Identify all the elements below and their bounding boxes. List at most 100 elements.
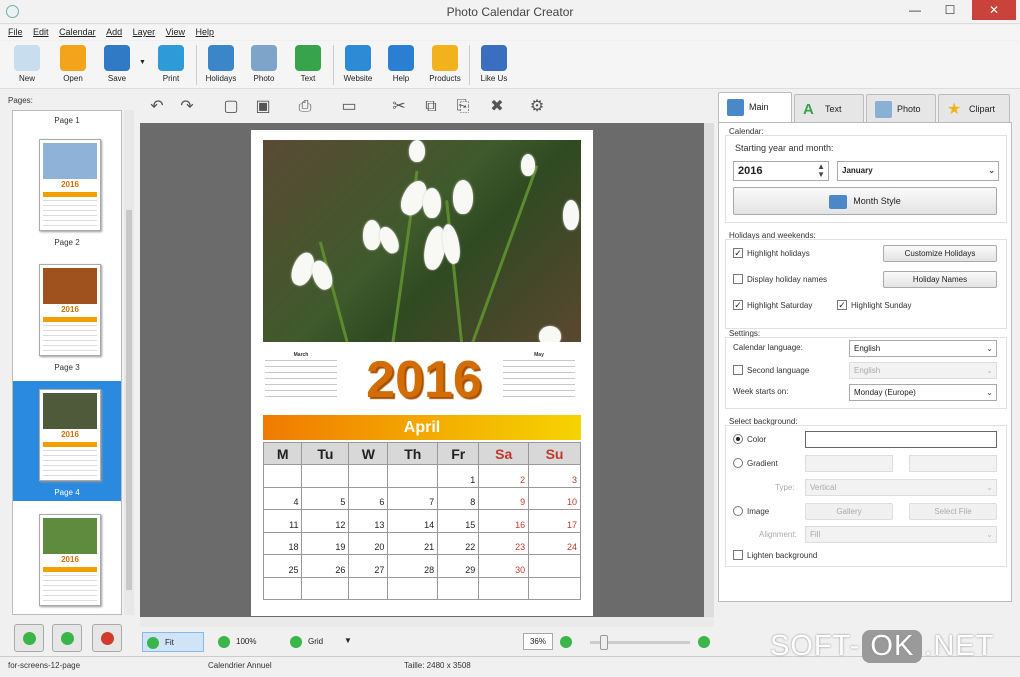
calendar-day-cell[interactable]: 28 [387, 554, 439, 578]
color-picker[interactable] [805, 431, 997, 448]
calendar-language-select[interactable]: English ⌄ [849, 340, 997, 357]
save-dropdown-icon[interactable]: ▼ [139, 59, 146, 66]
menu-calendar[interactable]: Calendar [59, 25, 96, 40]
fit-button[interactable]: Fit [142, 632, 204, 652]
properties-icon[interactable]: ⚙ [526, 96, 548, 118]
calendar-day-cell[interactable] [387, 464, 439, 488]
menu-help[interactable]: Help [196, 25, 215, 40]
calendar-day-cell[interactable] [262, 576, 303, 600]
paste-icon[interactable]: ⎘ [452, 96, 474, 118]
calendar-day-cell[interactable] [348, 576, 389, 600]
calendar-day-cell[interactable]: 5 [301, 486, 350, 510]
add-page-button[interactable] [14, 624, 44, 652]
calendar-day-cell[interactable]: 24 [528, 531, 581, 555]
pages-scrollbar[interactable] [124, 110, 134, 615]
add-page-after-button[interactable] [52, 624, 82, 652]
calendar-day-cell[interactable]: 25 [262, 554, 303, 578]
calendar-day-cell[interactable]: 17 [528, 509, 581, 533]
calendar-day-cell[interactable]: 11 [262, 509, 303, 533]
second-language-select[interactable]: English ⌄ [849, 362, 997, 379]
page-thumbnail[interactable]: 2016 Page 3 [13, 256, 121, 376]
menu-file[interactable]: File [8, 25, 23, 40]
calendar-photo[interactable] [263, 140, 581, 342]
calendar-year[interactable]: 2016 [351, 350, 497, 410]
gallery-button[interactable]: Gallery [805, 503, 893, 520]
calendar-day-cell[interactable]: 4 [262, 486, 303, 510]
calendar-day-cell[interactable]: 30 [478, 554, 530, 578]
canvas-vertical-scrollbar[interactable] [704, 123, 714, 617]
calendar-month-title[interactable]: April [263, 415, 581, 440]
calendar-day-cell[interactable]: 16 [478, 509, 530, 533]
calendar-day-cell[interactable]: 10 [528, 486, 581, 510]
image-radio[interactable] [733, 506, 743, 516]
calendar-grid[interactable]: M Tu W Th Fr Sa Su 1 2 3 4 5 6 7 8 9 10 11 12 13 14 15 16 17 18… [262, 442, 581, 600]
calendar-day-cell[interactable] [301, 464, 350, 488]
page-thumbnail[interactable]: 2016 [13, 506, 121, 614]
holiday-names-button[interactable]: Holiday Names [883, 271, 997, 288]
cut-icon[interactable]: ✂ [388, 96, 410, 118]
calendar-day-cell[interactable]: 20 [348, 531, 389, 555]
calendar-day-cell[interactable]: 29 [437, 554, 480, 578]
calendar-day-cell[interactable] [348, 464, 389, 488]
calendar-day-cell[interactable]: 13 [348, 509, 389, 533]
calendar-day-cell[interactable]: 14 [387, 509, 439, 533]
copy-icon[interactable]: ⧉ [420, 96, 442, 118]
calendar-day-cell[interactable] [262, 464, 303, 488]
menu-layer[interactable]: Layer [133, 25, 156, 40]
photo-button[interactable]: Photo [243, 43, 285, 87]
page-thumbnail[interactable]: Page 1 [13, 111, 121, 131]
calendar-day-cell[interactable]: 1 [437, 464, 480, 488]
gradient-radio[interactable] [733, 458, 743, 468]
calendar-day-cell[interactable]: 15 [437, 509, 480, 533]
zoom-value[interactable]: 36% [523, 633, 553, 650]
gradient-color-1[interactable] [805, 455, 893, 472]
delete-page-button[interactable] [92, 624, 122, 652]
minimize-button[interactable]: — [900, 0, 930, 20]
holidays-button[interactable]: Holidays [200, 43, 242, 87]
calendar-day-cell[interactable]: 12 [301, 509, 350, 533]
gradient-color-2[interactable] [909, 455, 997, 472]
help-button[interactable]: Help [380, 43, 422, 87]
page-thumbnail[interactable]: 2016 Page 2 [13, 131, 121, 251]
customize-holidays-button[interactable]: Customize Holidays [883, 245, 997, 262]
highlight-holidays-checkbox[interactable]: ✓ [733, 248, 743, 258]
products-button[interactable]: Products [424, 43, 466, 87]
calendar-day-cell[interactable]: 18 [262, 531, 303, 555]
calendar-day-cell[interactable]: 21 [387, 531, 439, 555]
menu-add[interactable]: Add [106, 25, 122, 40]
calendar-day-cell[interactable]: 8 [437, 486, 480, 510]
zoom-in-icon[interactable] [698, 636, 710, 648]
tab-main[interactable]: Main [718, 92, 792, 123]
calendar-day-cell[interactable] [301, 576, 350, 600]
zoom-slider-handle[interactable] [600, 635, 608, 650]
calendar-day-cell[interactable] [528, 576, 581, 600]
calendar-day-cell[interactable]: 22 [437, 531, 480, 555]
menu-view[interactable]: View [166, 25, 185, 40]
type-select[interactable]: Vertical ⌄ [805, 479, 997, 496]
calendar-day-cell[interactable]: 3 [528, 464, 581, 488]
select-file-button[interactable]: Select File [909, 503, 997, 520]
grid-dropdown-icon[interactable]: ▼ [344, 636, 352, 645]
delete-icon[interactable]: ✖ [486, 96, 508, 118]
calendar-day-cell[interactable]: 7 [387, 486, 439, 510]
calendar-day-cell[interactable]: 27 [348, 554, 389, 578]
redo-icon[interactable]: ↷ [176, 96, 198, 118]
highlight-sunday-checkbox[interactable]: ✓ [837, 300, 847, 310]
second-language-checkbox[interactable] [733, 365, 743, 375]
tab-text[interactable]: A Text [794, 94, 864, 122]
tab-photo[interactable]: Photo [866, 94, 936, 122]
distribute-icon[interactable]: ▭ [338, 96, 360, 118]
website-button[interactable]: Website [337, 43, 379, 87]
zoom-100-button[interactable]: 100% [214, 632, 276, 652]
grid-button[interactable]: Grid [286, 632, 338, 652]
calendar-day-cell[interactable]: 9 [478, 486, 530, 510]
calendar-day-cell[interactable] [478, 576, 530, 600]
alignment-select[interactable]: Fill ⌄ [805, 526, 997, 543]
text-button[interactable]: Text [287, 43, 329, 87]
align-icon[interactable]: ⎙ [294, 96, 316, 118]
month-select[interactable]: January ⌄ [837, 161, 999, 181]
calendar-day-cell[interactable]: 23 [478, 531, 530, 555]
save-button[interactable]: Save [96, 43, 138, 87]
page-thumbnail-selected[interactable]: 2016 Page 4 [13, 381, 121, 501]
calendar-day-cell[interactable]: 2 [478, 464, 530, 488]
